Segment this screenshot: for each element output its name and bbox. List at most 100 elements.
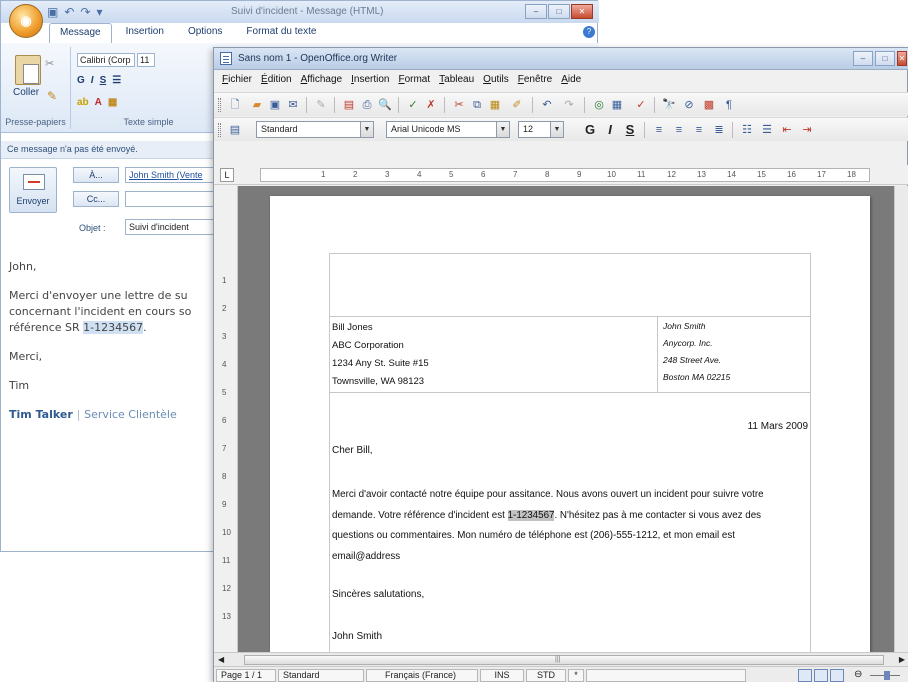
- edit-file-icon[interactable]: ✎: [314, 98, 328, 112]
- toolbar-grip[interactable]: [218, 98, 221, 112]
- cut-icon[interactable]: ✂: [452, 98, 466, 112]
- italic-button[interactable]: I: [91, 75, 94, 86]
- writer-close-button[interactable]: ✕: [897, 51, 907, 66]
- vertical-ruler[interactable]: 1 2 3 4 5 6 7 8 9 10 11 12 13: [214, 186, 238, 652]
- open-folder-icon[interactable]: ▰: [250, 98, 264, 112]
- multi-page-view-icon[interactable]: [814, 669, 828, 682]
- redo-icon[interactable]: ↷: [80, 5, 90, 19]
- decrease-indent-icon[interactable]: ⇤: [780, 123, 794, 137]
- font-color-icon[interactable]: A: [95, 97, 102, 108]
- nonprinting-chars-icon[interactable]: ¶: [722, 98, 736, 112]
- minimize-button[interactable]: –: [525, 4, 547, 19]
- cut-icon[interactable]: ✂: [45, 57, 54, 70]
- status-language[interactable]: Français (France): [366, 669, 478, 682]
- numbering-icon[interactable]: ☷: [740, 123, 754, 137]
- menu-tableau[interactable]: Tableau: [439, 74, 474, 86]
- underline-button[interactable]: S: [100, 75, 107, 86]
- help-icon[interactable]: ?: [583, 26, 595, 38]
- bold-button[interactable]: G: [582, 122, 598, 138]
- cc-button[interactable]: Cc...: [73, 191, 119, 207]
- tab-format-text[interactable]: Format du texte: [236, 23, 326, 43]
- horizontal-scrollbar[interactable]: ◀ ||| ▶: [214, 652, 908, 666]
- print-preview-icon[interactable]: 🔍: [378, 98, 392, 112]
- book-view-icon[interactable]: [830, 669, 844, 682]
- zoom-slider-thumb[interactable]: [884, 671, 890, 680]
- copy-icon[interactable]: ⧉: [470, 98, 484, 112]
- align-center-icon[interactable]: ≡: [672, 123, 686, 137]
- bold-button[interactable]: G: [77, 75, 85, 86]
- bullets-icon[interactable]: ☰: [760, 123, 774, 137]
- status-insert-mode[interactable]: INS: [480, 669, 524, 682]
- scroll-right-icon[interactable]: ▶: [899, 655, 905, 664]
- paste-button[interactable]: Coller: [13, 87, 39, 98]
- office-button[interactable]: ◉: [9, 4, 43, 38]
- italic-button[interactable]: I: [602, 122, 618, 138]
- navigator-icon[interactable]: ⊘: [682, 98, 696, 112]
- menu-fenetre[interactable]: Fenêtre: [518, 74, 552, 86]
- clone-formatting-icon[interactable]: ✐: [510, 98, 524, 112]
- find-replace-icon[interactable]: 🔭: [662, 98, 676, 112]
- menu-aide[interactable]: Aide: [561, 74, 581, 86]
- hyperlink-icon[interactable]: ◎: [592, 98, 606, 112]
- align-right-icon[interactable]: ≡: [692, 123, 706, 137]
- export-pdf-icon[interactable]: ▤: [342, 98, 356, 112]
- vertical-scrollbar[interactable]: [894, 186, 908, 652]
- writer-minimize-button[interactable]: –: [853, 51, 873, 66]
- autospellcheck-icon[interactable]: ✗: [424, 98, 438, 112]
- tab-options[interactable]: Options: [178, 23, 232, 43]
- font-size-combo[interactable]: 11: [137, 53, 155, 67]
- chevron-down-icon[interactable]: ▼: [360, 122, 373, 137]
- cc-field[interactable]: [125, 191, 215, 207]
- justify-icon[interactable]: ≣: [712, 123, 726, 137]
- format-painter-icon[interactable]: ✎: [47, 89, 57, 103]
- show-draw-functions-icon[interactable]: ✓: [634, 98, 648, 112]
- status-selection-mode[interactable]: STD: [526, 669, 566, 682]
- zoom-out-icon[interactable]: ⊖: [854, 669, 862, 680]
- new-document-icon[interactable]: 🗋: [228, 98, 242, 112]
- menu-outils[interactable]: Outils: [483, 74, 509, 86]
- spellcheck-icon[interactable]: ✓: [406, 98, 420, 112]
- horizontal-scroll-thumb[interactable]: |||: [244, 655, 884, 665]
- font-name-combo[interactable]: Calibri (Corp: [77, 53, 135, 67]
- tab-stop-selector[interactable]: L: [220, 168, 234, 182]
- save-icon[interactable]: ▣: [268, 98, 282, 112]
- highlight-icon[interactable]: ab: [77, 97, 89, 108]
- menu-insertion[interactable]: Insertion: [351, 74, 389, 86]
- to-button[interactable]: À...: [73, 167, 119, 183]
- single-page-view-icon[interactable]: [798, 669, 812, 682]
- menu-edition[interactable]: Édition: [261, 74, 292, 86]
- undo-icon[interactable]: ↶: [64, 5, 74, 19]
- status-page[interactable]: Page 1 / 1: [216, 669, 276, 682]
- gallery-icon[interactable]: ▩: [702, 98, 716, 112]
- subject-field[interactable]: Suivi d'incident: [125, 219, 215, 235]
- print-icon[interactable]: ⎙: [360, 98, 374, 112]
- qat-dropdown-icon[interactable]: ▾: [96, 5, 102, 19]
- tab-insertion[interactable]: Insertion: [116, 23, 174, 43]
- table-icon[interactable]: ▦: [610, 98, 624, 112]
- menu-format[interactable]: Format: [398, 74, 430, 86]
- email-document-icon[interactable]: ✉: [286, 98, 300, 112]
- writer-maximize-button[interactable]: □: [875, 51, 895, 66]
- chevron-down-icon[interactable]: ▼: [496, 122, 509, 137]
- increase-indent-icon[interactable]: ⇥: [800, 123, 814, 137]
- styles-formatting-icon[interactable]: ▤: [228, 123, 242, 137]
- horizontal-ruler[interactable]: 1 2 3 4 5 6 7 8 9 10 11 12 13 14 15 16 1…: [260, 168, 870, 182]
- font-name-combo[interactable]: Arial Unicode MS ▼: [386, 121, 510, 138]
- paragraph-style-combo[interactable]: Standard ▼: [256, 121, 374, 138]
- maximize-button[interactable]: □: [548, 4, 570, 19]
- undo-icon[interactable]: ↶: [540, 98, 554, 112]
- font-size-combo[interactable]: 12 ▼: [518, 121, 564, 138]
- to-field[interactable]: John Smith (Vente: [125, 167, 215, 183]
- tab-message[interactable]: Message: [49, 23, 112, 43]
- paste-icon[interactable]: ▦: [488, 98, 502, 112]
- menu-fichier[interactable]: Fichier: [222, 74, 252, 86]
- scroll-left-icon[interactable]: ◀: [218, 655, 224, 664]
- redo-icon[interactable]: ↷: [562, 98, 576, 112]
- save-icon[interactable]: ▣: [47, 5, 58, 19]
- paragraph-icon[interactable]: ▦: [108, 97, 117, 108]
- paste-icon[interactable]: [15, 55, 41, 85]
- align-left-icon[interactable]: ≡: [652, 123, 666, 137]
- document-page[interactable]: Bill Jones ABC Corporation 1234 Any St. …: [270, 196, 870, 653]
- send-button[interactable]: Envoyer: [9, 167, 57, 213]
- chevron-down-icon[interactable]: ▼: [550, 122, 563, 137]
